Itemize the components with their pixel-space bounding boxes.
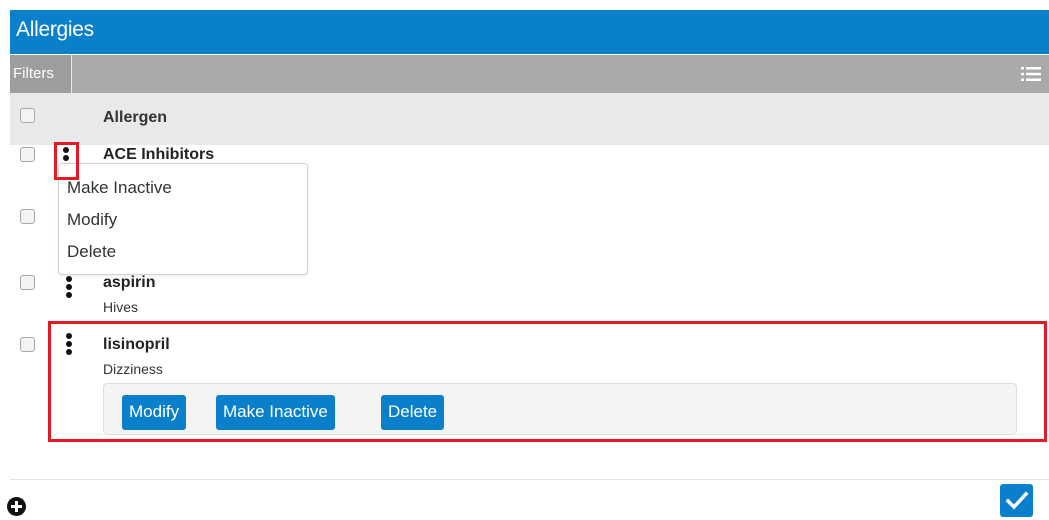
row-checkbox[interactable] xyxy=(20,337,35,352)
allergen-reaction: Hives xyxy=(103,299,139,315)
kebab-highlight-box xyxy=(54,142,79,180)
select-all-checkbox[interactable] xyxy=(20,108,35,123)
allergen-name: aspirin xyxy=(103,274,156,291)
plus-circle-icon[interactable] xyxy=(7,497,26,516)
panel-title: Allergies xyxy=(16,18,94,41)
row-checkbox[interactable] xyxy=(20,209,35,224)
menu-item-make-inactive[interactable]: Make Inactive xyxy=(67,178,172,198)
allergen-name: ACE Inhibitors xyxy=(103,146,215,163)
row-checkbox[interactable] xyxy=(20,275,35,290)
filter-bar: Filters xyxy=(10,55,1049,93)
row-context-menu: Make Inactive Modify Delete xyxy=(58,163,308,275)
menu-item-modify[interactable]: Modify xyxy=(67,210,117,230)
allergies-panel: Allergies Filters Allergen ACE Inhibitor… xyxy=(7,10,1049,520)
menu-item-delete[interactable]: Delete xyxy=(67,242,116,262)
table-header-row: Allergen xyxy=(10,93,1049,145)
footer-divider xyxy=(10,479,1049,480)
list-icon[interactable] xyxy=(1021,66,1041,82)
column-header-allergen: Allergen xyxy=(103,109,168,126)
row-highlight-box xyxy=(48,321,1047,442)
checkmark-icon xyxy=(1005,491,1029,510)
filters-button[interactable]: Filters xyxy=(10,55,72,93)
panel-titlebar: Allergies xyxy=(10,10,1049,54)
confirm-button[interactable] xyxy=(1000,484,1033,517)
row-checkbox[interactable] xyxy=(20,147,35,162)
row-menu-kebab-icon[interactable] xyxy=(66,276,72,298)
